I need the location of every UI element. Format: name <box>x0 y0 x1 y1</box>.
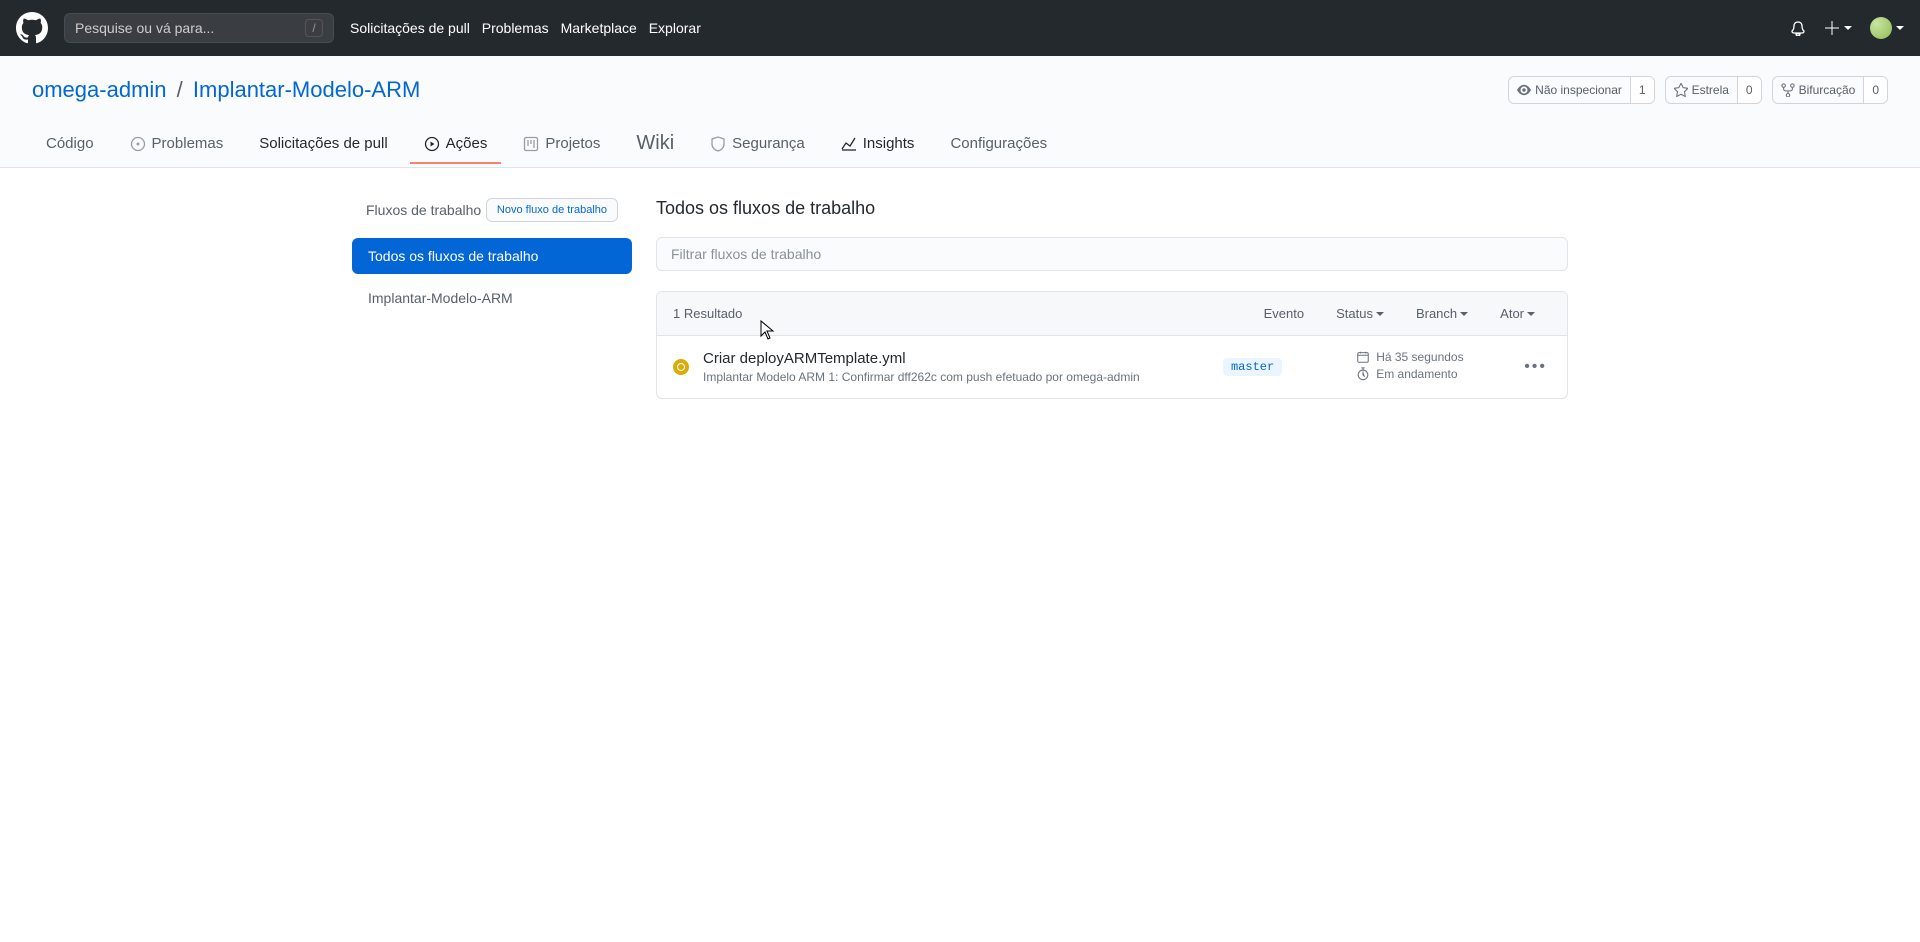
run-menu-button[interactable]: ••• <box>1520 355 1551 379</box>
repo-header: omega-admin / Implantar-Modelo-ARM Não i… <box>0 56 1920 168</box>
repo-tabs: Código Problemas Solicitações de pull Aç… <box>0 122 1920 167</box>
workflow-main: Todos os fluxos de trabalho 1 Resultado … <box>656 198 1568 399</box>
repo-title: omega-admin / Implantar-Modelo-ARM <box>32 77 420 103</box>
header-right <box>1790 17 1904 39</box>
workflows-sidebar: Fluxos de trabalho Novo fluxo de trabalh… <box>352 198 632 399</box>
watch-count: 1 <box>1630 77 1654 103</box>
col-event: Evento <box>1248 306 1320 321</box>
runs-table: 1 Resultado Evento Status Branch Ator Cr… <box>656 291 1568 399</box>
runs-table-header: 1 Resultado Evento Status Branch Ator <box>657 292 1567 336</box>
slash-key-hint: / <box>305 19 323 37</box>
create-new-dropdown[interactable] <box>1824 20 1852 36</box>
run-time: Há 35 segundos <box>1376 350 1463 364</box>
repo-owner-link[interactable]: omega-admin <box>32 77 167 102</box>
branch-tag[interactable]: master <box>1223 358 1282 376</box>
watch-button[interactable]: Não inspecionar 1 <box>1508 76 1654 104</box>
tab-settings[interactable]: Configurações <box>936 125 1061 164</box>
issue-icon <box>130 136 146 152</box>
avatar <box>1870 17 1892 39</box>
top-nav-links: Solicitações de pull Problemas Marketpla… <box>350 20 701 36</box>
global-header: / Solicitações de pull Problemas Marketp… <box>0 0 1920 56</box>
calendar-icon <box>1356 350 1370 364</box>
workflow-item-deploy-arm[interactable]: Implantar-Modelo-ARM <box>352 280 632 316</box>
user-menu[interactable] <box>1870 17 1904 39</box>
filter-workflows-input[interactable] <box>656 237 1568 271</box>
github-logo-icon[interactable] <box>16 12 48 44</box>
tab-issues[interactable]: Problemas <box>116 125 238 164</box>
global-search[interactable]: / <box>64 13 334 43</box>
nav-issues[interactable]: Problemas <box>482 20 549 36</box>
nav-pull-requests[interactable]: Solicitações de pull <box>350 20 470 36</box>
star-button[interactable]: Estrela 0 <box>1665 76 1762 104</box>
repo-actions: Não inspecionar 1 Estrela 0 Bifurcação 0 <box>1508 76 1888 104</box>
fork-icon <box>1781 83 1795 97</box>
run-row: Criar deployARMTemplate.yml Implantar Mo… <box>657 336 1567 398</box>
run-title-link[interactable]: Criar deployARMTemplate.yml <box>703 350 1209 367</box>
nav-marketplace[interactable]: Marketplace <box>561 20 637 36</box>
content: Fluxos de trabalho Novo fluxo de trabalh… <box>320 168 1600 429</box>
new-workflow-button[interactable]: Novo fluxo de trabalho <box>486 198 618 222</box>
nav-explore[interactable]: Explorar <box>649 20 701 36</box>
filter-status-dropdown[interactable]: Status <box>1320 306 1400 321</box>
eye-icon <box>1517 83 1531 97</box>
play-icon <box>424 136 440 152</box>
plus-icon <box>1824 20 1840 36</box>
star-icon <box>1674 83 1688 97</box>
workflow-item-all[interactable]: Todos os fluxos de trabalho <box>352 238 632 274</box>
fork-count: 0 <box>1863 77 1887 103</box>
tab-wiki[interactable]: Wiki <box>622 122 688 167</box>
result-count: 1 Resultado <box>673 306 742 321</box>
project-icon <box>523 136 539 152</box>
stopwatch-icon <box>1356 367 1370 381</box>
page-title: Todos os fluxos de trabalho <box>656 198 1568 219</box>
tab-security[interactable]: Segurança <box>696 125 819 164</box>
run-subtitle: Implantar Modelo ARM 1: Confirmar dff262… <box>703 370 1209 384</box>
search-input[interactable] <box>75 20 305 36</box>
shield-icon <box>710 136 726 152</box>
run-meta: Há 35 segundos Em andamento <box>1356 350 1506 384</box>
graph-icon <box>841 136 857 152</box>
star-count: 0 <box>1737 77 1761 103</box>
tab-projects[interactable]: Projetos <box>509 125 614 164</box>
tab-pull-requests[interactable]: Solicitações de pull <box>245 125 401 164</box>
tab-insights[interactable]: Insights <box>827 125 929 164</box>
notifications-icon[interactable] <box>1790 20 1806 36</box>
filter-actor-dropdown[interactable]: Ator <box>1484 306 1551 321</box>
filter-branch-dropdown[interactable]: Branch <box>1400 306 1484 321</box>
sidebar-title: Fluxos de trabalho <box>366 202 481 218</box>
repo-name-link[interactable]: Implantar-Modelo-ARM <box>193 77 420 102</box>
fork-button[interactable]: Bifurcação 0 <box>1772 76 1888 104</box>
run-state: Em andamento <box>1376 367 1457 381</box>
status-in-progress-icon <box>673 359 689 375</box>
tab-actions[interactable]: Ações <box>410 125 502 164</box>
tab-code[interactable]: Código <box>32 125 108 164</box>
repo-sep: / <box>177 77 183 102</box>
